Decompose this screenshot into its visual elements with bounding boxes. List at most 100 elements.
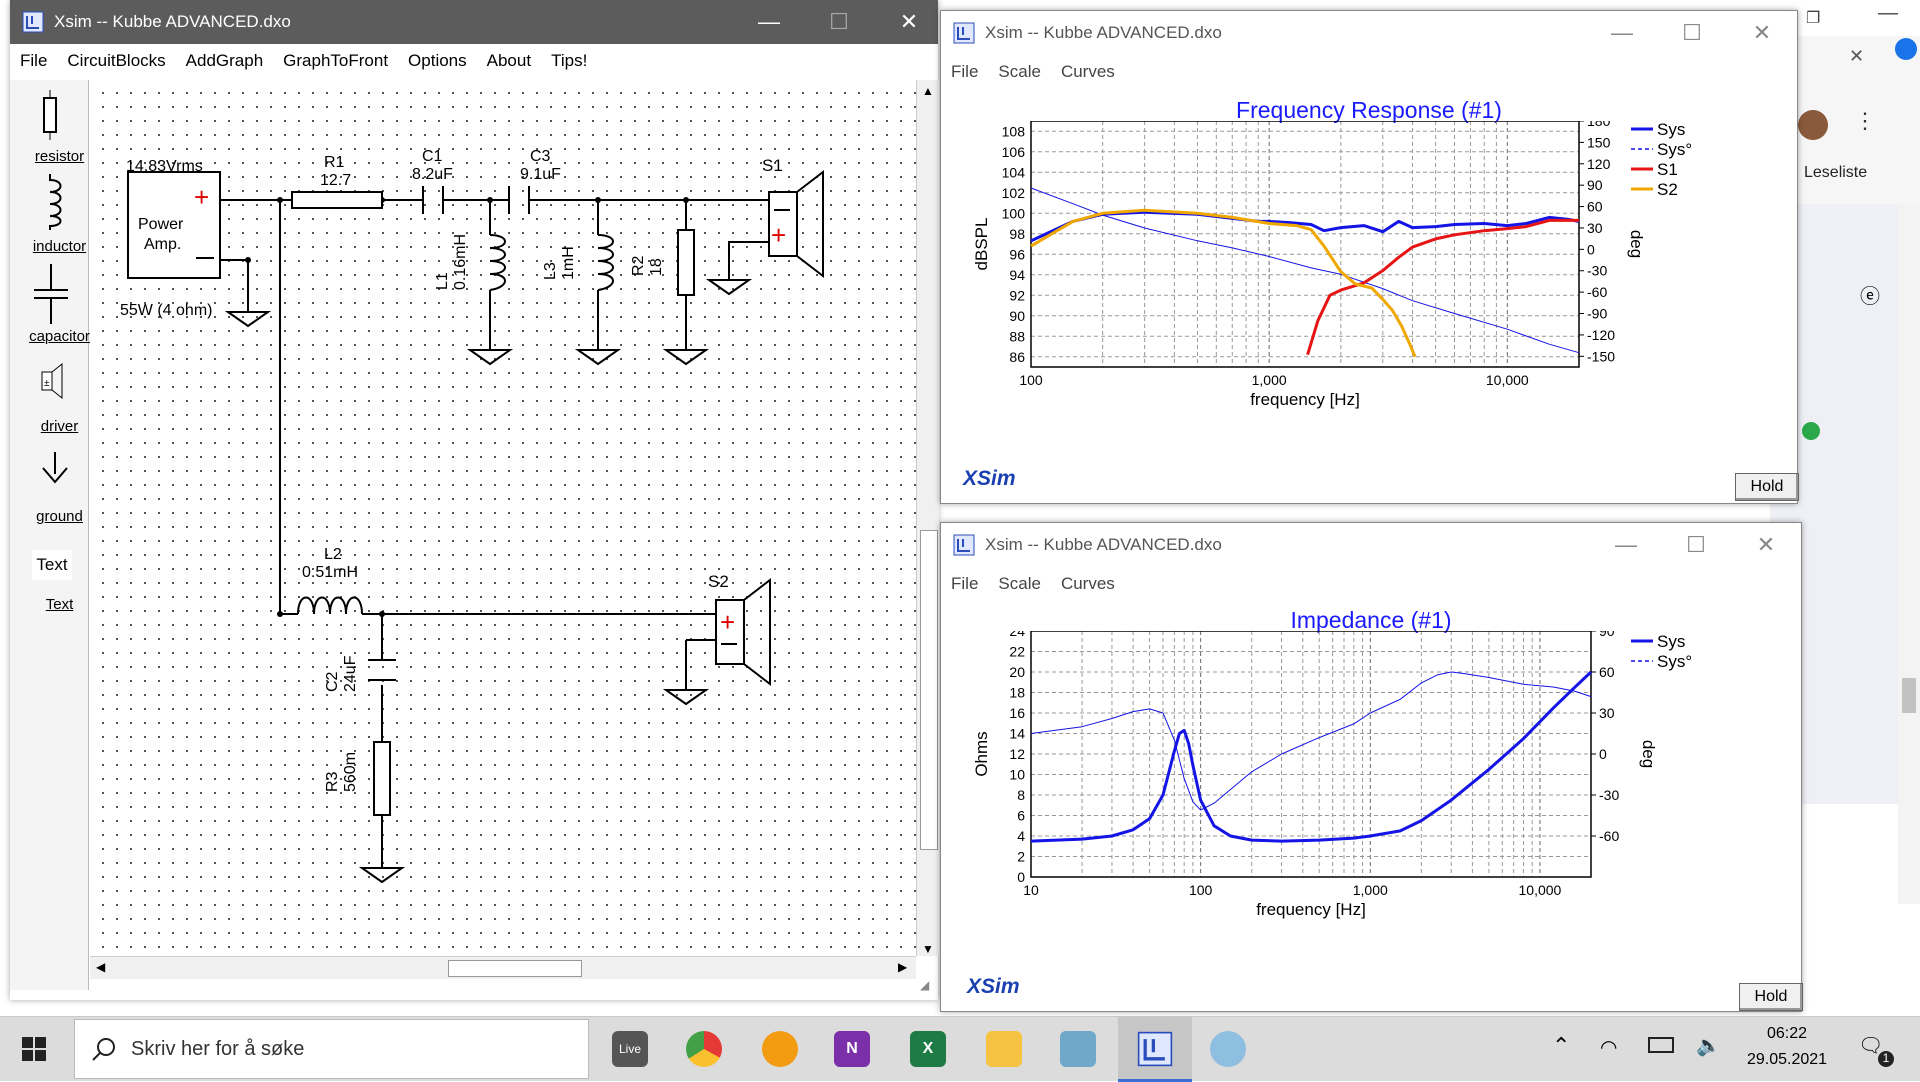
tool-label-inductor[interactable]: inductor — [22, 238, 97, 255]
tool-label-capacitor[interactable]: capacitor — [22, 328, 97, 345]
edge-icon[interactable] — [1895, 38, 1917, 60]
imp-hold-button[interactable]: Hold — [1739, 983, 1803, 1011]
volume-icon[interactable]: 🔈 — [1696, 1033, 1721, 1058]
schematic-drawing: + + + — [127, 169, 824, 884]
frequency-response-chart[interactable]: 86 88 90 92 94 96 98 100 102 104 106 108 -150 -120 -90… — [941, 121, 1797, 421]
close-tab-icon[interactable]: ✕ — [1849, 46, 1864, 67]
show-hidden-icons-icon[interactable]: ⌃ — [1552, 1033, 1570, 1059]
tool-label-resistor[interactable]: resistor — [22, 148, 97, 165]
imp-menu-scale[interactable]: Scale — [988, 569, 1051, 599]
resistor-icon[interactable] — [40, 90, 60, 140]
imp-maximize-button[interactable]: ☐ — [1661, 523, 1731, 567]
imp-menu-curves[interactable]: Curves — [1051, 569, 1125, 599]
wifi-icon[interactable]: ◠ — [1600, 1035, 1617, 1060]
ground-icon[interactable] — [40, 452, 70, 486]
restore-icon[interactable]: ❐ — [1806, 8, 1820, 28]
file-explorer-icon[interactable] — [986, 1031, 1022, 1067]
windows-start-icon[interactable] — [22, 1037, 46, 1061]
app-icon[interactable] — [1060, 1031, 1096, 1067]
scroll-up-arrow[interactable]: ▲ — [922, 84, 934, 98]
scroll-thumb[interactable] — [1902, 678, 1916, 713]
chrome-icon[interactable] — [686, 1031, 722, 1067]
live-icon[interactable]: Live — [612, 1031, 648, 1067]
c3-name: C3 — [530, 148, 551, 165]
imp-menubar: File Scale Curves — [941, 569, 1801, 599]
menu-options[interactable]: Options — [398, 44, 477, 78]
excel-icon[interactable]: X — [910, 1031, 946, 1067]
r2-name: R2 — [630, 255, 647, 276]
horizontal-scroll-thumb[interactable] — [448, 960, 582, 977]
imp-close-button[interactable]: ✕ — [1731, 523, 1801, 567]
l3-value: 1mH — [560, 246, 577, 280]
svg-text:+: + — [771, 220, 786, 250]
r2-value: 18 — [648, 258, 665, 276]
taskbar-search-box[interactable]: Skriv her for å søke — [74, 1019, 589, 1079]
scroll-down-arrow[interactable]: ▼ — [922, 942, 934, 956]
taskbar-time[interactable]: 06:22 — [1752, 1025, 1822, 1043]
freq-chart-title: Frequency Response (#1) — [1236, 97, 1502, 123]
battery-icon[interactable] — [1648, 1037, 1674, 1053]
y-tick-label: 90 — [1009, 308, 1025, 324]
series-line-s2 — [1030, 208, 1417, 358]
legend-label: Sys° — [1657, 140, 1692, 159]
menu-file[interactable]: File — [10, 44, 57, 78]
resize-grip-icon[interactable]: ◢ — [920, 978, 929, 992]
y-tick-label: 12 — [1009, 746, 1025, 762]
schematic-canvas[interactable]: + + + 14.83Vrms Power Amp. 55W (4 ohm) R… — [90, 80, 916, 956]
xsim-taskbar-button[interactable] — [1118, 1017, 1192, 1082]
driver-icon[interactable]: ± — [40, 362, 66, 400]
xsim-app-icon — [22, 11, 44, 33]
x-tick-label: 10 — [1023, 882, 1039, 898]
scroll-left-arrow[interactable]: ◀ — [96, 960, 105, 974]
close-button[interactable]: ✕ — [874, 0, 944, 44]
search-placeholder: Skriv her for å søke — [131, 1038, 305, 1060]
r3-value: 560m — [342, 751, 359, 792]
minimize-icon[interactable]: — — [1878, 2, 1898, 25]
capacitor-icon[interactable] — [32, 264, 70, 324]
menu-tips[interactable]: Tips! — [541, 44, 597, 78]
freq-menu-scale[interactable]: Scale — [988, 57, 1051, 87]
paint-icon[interactable] — [1210, 1031, 1246, 1067]
maximize-button[interactable]: ☐ — [804, 0, 874, 44]
y2-axis-label: deg — [1639, 740, 1658, 768]
scroll-right-arrow[interactable]: ▶ — [898, 960, 907, 974]
imp-xsim-logo: XSim — [967, 975, 1020, 998]
freq-menu-curves[interactable]: Curves — [1051, 57, 1125, 87]
imp-menu-file[interactable]: File — [941, 569, 988, 599]
s1-name: S1 — [762, 156, 783, 175]
profile-avatar[interactable] — [1798, 110, 1828, 140]
freq-maximize-button[interactable]: ☐ — [1657, 11, 1727, 55]
menu-graphtofront[interactable]: GraphToFront — [273, 44, 398, 78]
more-menu-icon[interactable]: ⋮ — [1854, 108, 1876, 134]
taskbar-date[interactable]: 29.05.2021 — [1742, 1051, 1832, 1069]
vertical-scroll-thumb[interactable] — [920, 530, 938, 850]
browser-scrollbar[interactable] — [1898, 204, 1920, 904]
freq-hold-button[interactable]: Hold — [1735, 473, 1799, 501]
minimize-button[interactable]: — — [734, 0, 804, 44]
freq-menu-file[interactable]: File — [941, 57, 988, 87]
y2-tick-label: 90 — [1587, 177, 1603, 193]
x-tick-label: 1,000 — [1353, 882, 1388, 898]
horizontal-scrollbar[interactable]: ◀ ▶ — [90, 956, 916, 979]
onenote-icon[interactable]: N — [834, 1031, 870, 1067]
tool-label-ground[interactable]: ground — [22, 508, 97, 525]
l1-value: 0.16mH — [452, 233, 469, 290]
freq-close-button[interactable]: ✕ — [1727, 11, 1797, 55]
vertical-scrollbar[interactable]: ▲ ▼ — [916, 80, 939, 956]
menu-circuitblocks[interactable]: CircuitBlocks — [57, 44, 175, 78]
imp-minimize-button[interactable]: — — [1591, 523, 1661, 567]
freq-minimize-button[interactable]: — — [1587, 11, 1657, 55]
reading-list-label[interactable]: Leseliste — [1804, 164, 1867, 182]
text-tool-icon[interactable]: Text — [32, 550, 72, 580]
inductor-icon[interactable] — [38, 174, 64, 230]
menu-about[interactable]: About — [477, 44, 541, 78]
imp-chart-title: Impedance (#1) — [1290, 607, 1452, 633]
tool-label-text[interactable]: Text — [22, 596, 97, 613]
tool-label-driver[interactable]: driver — [22, 418, 97, 435]
menu-addgraph[interactable]: AddGraph — [176, 44, 274, 78]
settings-gear-icon[interactable] — [762, 1031, 798, 1067]
impedance-chart[interactable]: 024681012141618202224-60-30030609010 100 1… — [941, 631, 1801, 931]
notification-count: 1 — [1878, 1051, 1894, 1067]
y2-tick-label: 30 — [1587, 220, 1603, 236]
y-tick-label: 16 — [1009, 705, 1025, 721]
